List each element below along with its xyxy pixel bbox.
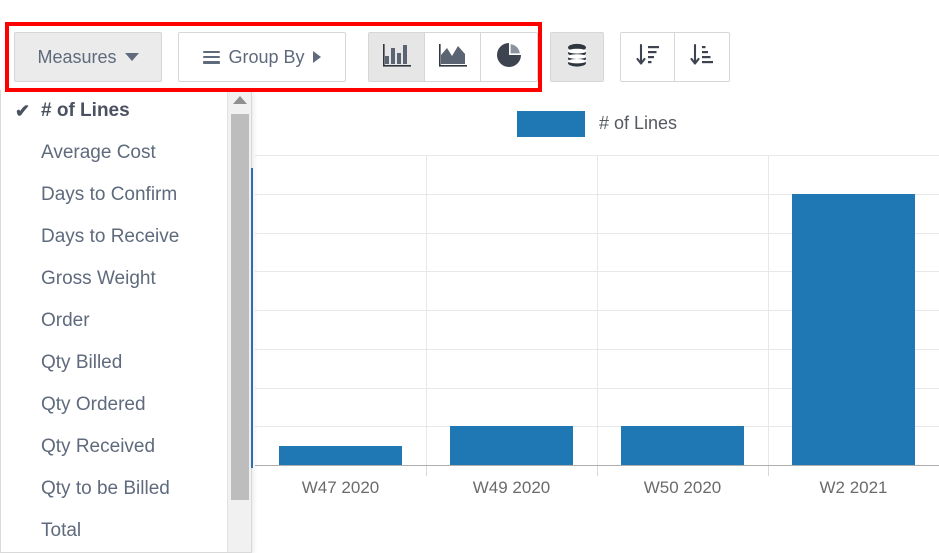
hamburger-icon (203, 50, 221, 64)
group-by-button[interactable]: Group By (178, 32, 346, 82)
measures-button[interactable]: Measures (14, 32, 162, 82)
chevron-up-icon (233, 96, 247, 104)
bar-chart: # of Lines W47 2020 W49 2020 W50 2020 W2 20… (255, 92, 939, 553)
measures-menu-item-label: Average Cost (41, 142, 156, 163)
measures-button-label: Measures (37, 46, 117, 67)
database-button[interactable] (551, 33, 603, 81)
chart-gridline-vertical (426, 155, 427, 465)
measures-menu-item-label: Qty Billed (41, 352, 123, 373)
pie-chart-button[interactable] (481, 33, 537, 81)
chart-gridline-vertical (597, 155, 598, 465)
chart-x-tick-separator (768, 466, 769, 476)
chart-legend: # of Lines (255, 92, 939, 155)
scrollbar-thumb[interactable] (231, 114, 249, 500)
area-chart-icon (438, 42, 467, 73)
measures-menu-item[interactable]: Gross Weight (1, 258, 227, 300)
chart-x-tick-label: W50 2020 (643, 478, 722, 497)
measures-menu-item-label: Days to Receive (41, 226, 180, 247)
measures-menu-item[interactable]: Qty to be Billed (1, 468, 227, 510)
chart-x-tick-label: W47 2020 (301, 478, 380, 497)
measures-menu-item-label: Days to Confirm (41, 184, 178, 205)
chart-x-axis: W47 2020 W49 2020 W50 2020 W2 2021 (255, 466, 939, 512)
measures-menu-item[interactable]: Days to Confirm (1, 174, 227, 216)
chart-x-tick-label: W2 2021 (819, 478, 888, 497)
area-chart-button[interactable] (425, 33, 481, 81)
chart-gridline-vertical (768, 155, 769, 465)
measures-menu-item-label: Qty Ordered (41, 394, 146, 415)
measures-menu-item[interactable]: Order (1, 300, 227, 342)
chevron-right-icon (312, 51, 321, 63)
chevron-down-icon (124, 53, 139, 61)
scroll-up-arrow-button[interactable] (228, 90, 251, 110)
sort-descending-button[interactable] (621, 33, 675, 81)
chart-x-tick-label: W49 2020 (472, 478, 551, 497)
database-icon (564, 42, 590, 73)
chart-bar[interactable] (621, 426, 744, 465)
legend-label-series-0: # of Lines (598, 113, 678, 133)
measures-menu-item[interactable]: Total (1, 510, 227, 552)
measures-menu-item-label: Qty to be Billed (41, 478, 170, 499)
database-button-group (550, 32, 604, 82)
analytics-toolbar: Measures Group By (0, 0, 939, 92)
chart-bar[interactable] (279, 446, 402, 465)
sort-button-group (620, 32, 730, 82)
measures-menu-item-label: Total (41, 520, 82, 541)
bar-chart-button[interactable] (369, 33, 425, 81)
legend-swatch-series-0 (516, 110, 585, 137)
chart-plot-region: W47 2020 W49 2020 W50 2020 W2 2021 (255, 155, 939, 553)
measures-menu-item[interactable]: Qty Received (1, 426, 227, 468)
measures-menu-item[interactable]: Qty Billed (1, 342, 227, 384)
measures-menu-item[interactable]: Days to Receive (1, 216, 227, 258)
chart-bar[interactable] (792, 194, 915, 465)
pie-chart-icon (496, 42, 522, 73)
sort-ascending-button[interactable] (675, 33, 729, 81)
sort-descending-icon (635, 42, 661, 73)
measures-menu-scrollbar[interactable] (227, 90, 251, 552)
bar-chart-icon (382, 42, 411, 73)
measures-menu-item-label: Qty Received (41, 436, 156, 457)
sort-ascending-icon (689, 42, 715, 73)
measures-dropdown-menu: ✔ # of Lines Average Cost Days to Confirm Da… (0, 90, 252, 553)
analytics-view: # of Lines W47 2020 W49 2020 W50 2020 W2 20… (0, 0, 939, 553)
measures-menu-item-label: # of Lines (41, 100, 130, 121)
group-by-button-label: Group By (228, 46, 305, 67)
chart-x-tick-separator (426, 466, 427, 476)
measures-menu-list: ✔ # of Lines Average Cost Days to Confirm Da… (1, 90, 227, 552)
chart-x-tick-separator (597, 466, 598, 476)
chart-bar[interactable] (450, 426, 573, 465)
check-icon: ✔ (15, 100, 31, 121)
measures-menu-item[interactable]: Qty Ordered (1, 384, 227, 426)
menu-edge-accent (251, 168, 253, 468)
measures-menu-item[interactable]: Average Cost (1, 132, 227, 174)
measures-menu-item-label: Gross Weight (41, 268, 156, 289)
measures-menu-item-label: Order (41, 310, 90, 331)
chart-type-button-group (368, 32, 538, 82)
measures-menu-item[interactable]: ✔ # of Lines (1, 90, 227, 132)
